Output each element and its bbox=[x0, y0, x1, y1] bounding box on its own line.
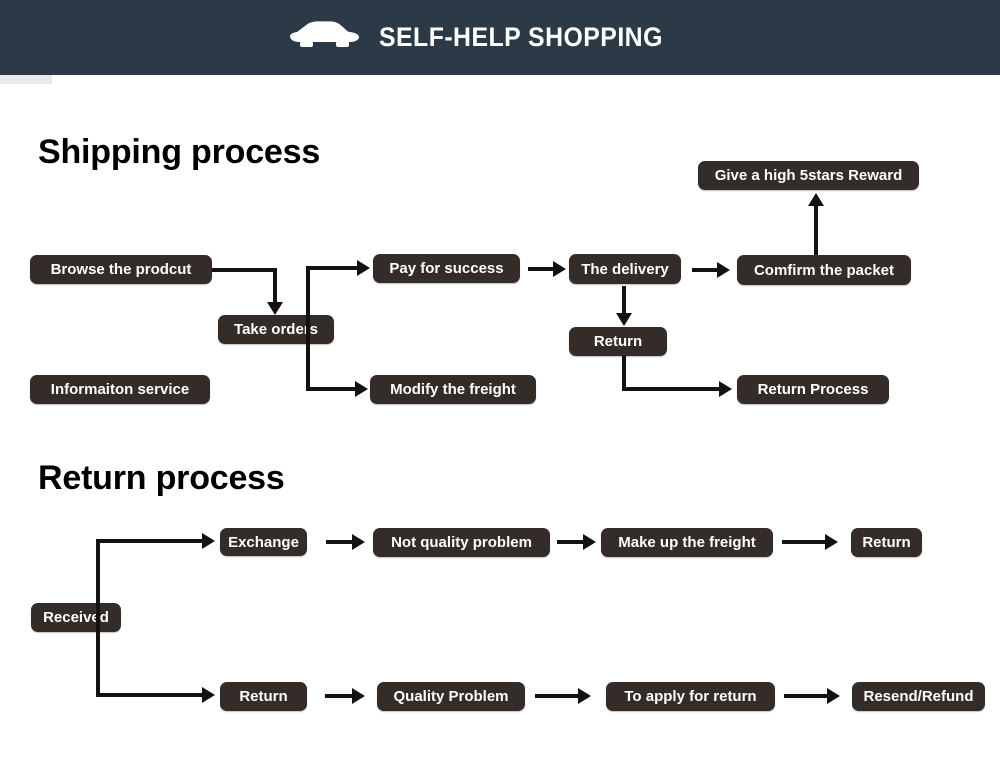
node-return-top[interactable]: Return bbox=[851, 528, 922, 557]
node-quality-problem[interactable]: Quality Problem bbox=[377, 682, 525, 711]
connector-received-to-exchange-h bbox=[96, 539, 203, 543]
connector-pay-to-delivery bbox=[528, 267, 554, 271]
connector-quality-to-apply bbox=[535, 694, 579, 698]
arrow-received-to-return bbox=[202, 687, 215, 703]
header-content: SELF-HELP SHOPPING bbox=[289, 18, 688, 57]
connector-takeorders-to-modify-h bbox=[306, 387, 356, 391]
connector-return-to-returnprocess-v bbox=[622, 356, 626, 389]
connector-exchange-to-notquality bbox=[326, 540, 353, 544]
node-browse-the-prodcut[interactable]: Browse the prodcut bbox=[30, 255, 212, 284]
node-the-delivery[interactable]: The delivery bbox=[569, 254, 681, 284]
node-not-quality-problem[interactable]: Not quality problem bbox=[373, 528, 550, 557]
app-header: SELF-HELP SHOPPING bbox=[0, 0, 1000, 75]
node-return-process[interactable]: Return Process bbox=[737, 375, 889, 404]
node-pay-for-success[interactable]: Pay for success bbox=[373, 254, 520, 283]
connector-notquality-to-makeup bbox=[557, 540, 584, 544]
node-give-a-high-5stars-reward[interactable]: Give a high 5stars Reward bbox=[698, 161, 919, 190]
arrow-apply-to-resend bbox=[827, 688, 840, 704]
node-comfirm-the-packet[interactable]: Comfirm the packet bbox=[737, 255, 911, 285]
arrow-return-to-returnprocess bbox=[719, 381, 732, 397]
connector-browse-to-takeorders-v bbox=[273, 268, 277, 303]
arrow-takeorders-to-modify bbox=[355, 381, 368, 397]
node-to-apply-for-return[interactable]: To apply for return bbox=[606, 682, 775, 711]
arrow-exchange-to-notquality bbox=[352, 534, 365, 550]
connector-apply-to-resend bbox=[784, 694, 828, 698]
header-accent-bar bbox=[0, 75, 52, 84]
app-title: SELF-HELP SHOPPING bbox=[378, 22, 663, 52]
connector-return-to-returnprocess-h bbox=[622, 387, 720, 391]
arrow-delivery-to-return bbox=[616, 313, 632, 326]
arrow-pay-to-delivery bbox=[553, 261, 566, 277]
node-exchange[interactable]: Exchange bbox=[220, 528, 307, 556]
node-received[interactable]: Received bbox=[31, 603, 121, 632]
shipping-section-title: Shipping process bbox=[38, 133, 321, 171]
connector-received-to-return-h bbox=[96, 693, 203, 697]
arrow-notquality-to-makeup bbox=[583, 534, 596, 550]
node-informaiton-service[interactable]: Informaiton service bbox=[30, 375, 210, 404]
connector-comfirm-to-reward bbox=[814, 205, 818, 255]
connector-returnbottom-to-quality bbox=[325, 694, 353, 698]
node-return-bottom[interactable]: Return bbox=[220, 682, 307, 711]
node-make-up-the-freight[interactable]: Make up the freight bbox=[601, 528, 773, 557]
arrow-received-to-exchange bbox=[202, 533, 215, 549]
arrow-delivery-to-comfirm bbox=[717, 262, 730, 278]
arrow-returnbottom-to-quality bbox=[352, 688, 365, 704]
connector-makeup-to-returntop bbox=[782, 540, 826, 544]
node-return-shipping[interactable]: Return bbox=[569, 327, 667, 356]
connector-takeorders-to-pay-h bbox=[306, 266, 358, 270]
arrow-comfirm-to-reward bbox=[808, 193, 824, 206]
connector-received-trunk bbox=[96, 539, 100, 697]
arrow-browse-to-takeorders bbox=[267, 302, 283, 315]
car-icon bbox=[289, 18, 361, 57]
node-modify-the-freight[interactable]: Modify the freight bbox=[370, 375, 536, 404]
connector-delivery-to-comfirm bbox=[692, 268, 718, 272]
arrow-takeorders-to-pay bbox=[357, 260, 370, 276]
node-take-orders[interactable]: Take orders bbox=[218, 315, 334, 344]
return-section-title: Return process bbox=[38, 459, 285, 497]
arrow-quality-to-apply bbox=[578, 688, 591, 704]
connector-takeorders-trunk bbox=[306, 266, 310, 389]
node-resend-refund[interactable]: Resend/Refund bbox=[852, 682, 985, 711]
connector-browse-to-takeorders-h bbox=[212, 268, 277, 272]
connector-delivery-to-return bbox=[622, 286, 626, 314]
arrow-makeup-to-returntop bbox=[825, 534, 838, 550]
